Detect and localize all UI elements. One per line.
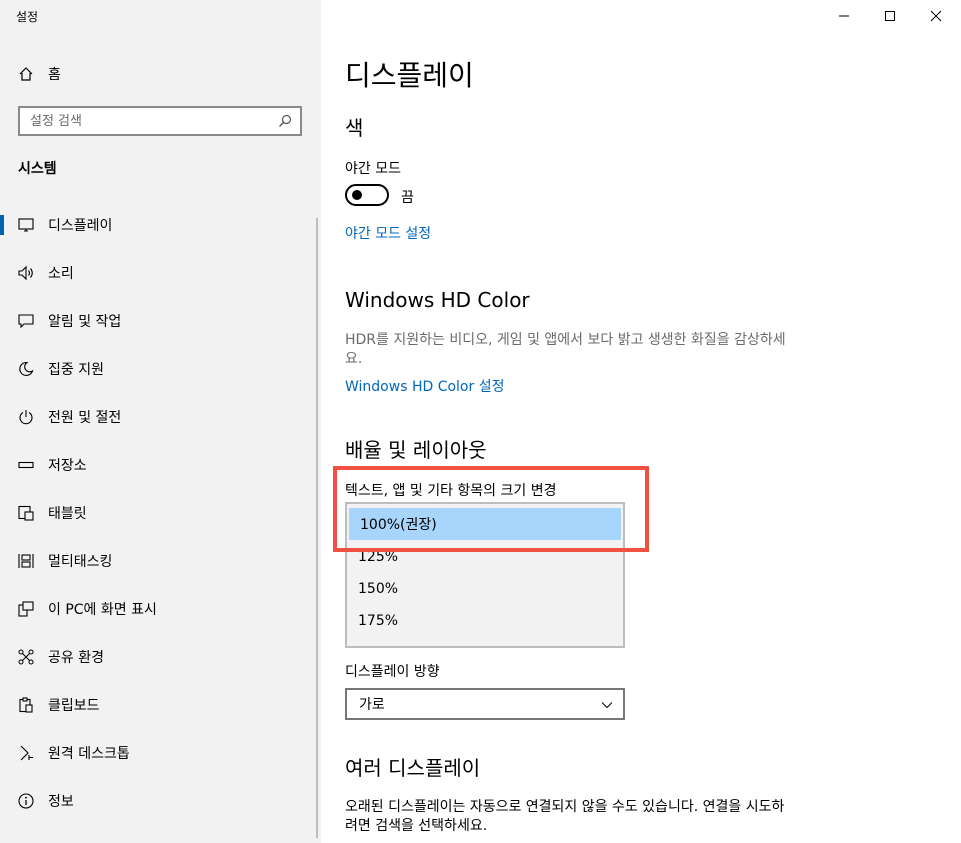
sidebar-item-label: 소리 bbox=[48, 266, 74, 282]
search-icon[interactable] bbox=[278, 114, 292, 128]
sidebar-item-focus-assist[interactable]: 집중 지원 bbox=[0, 345, 321, 393]
sidebar-item-label: 정보 bbox=[48, 794, 74, 810]
scale-layout-title: 배율 및 레이아웃 bbox=[345, 438, 487, 462]
moon-icon bbox=[19, 361, 34, 377]
hd-color-title: Windows HD Color bbox=[345, 288, 530, 312]
search-input[interactable] bbox=[20, 108, 278, 134]
sidebar-item-storage[interactable]: 저장소 bbox=[0, 441, 321, 489]
sidebar-item-display[interactable]: 디스플레이 bbox=[0, 201, 321, 249]
orientation-value: 가로 bbox=[359, 697, 385, 713]
sidebar-item-label: 원격 데스크톱 bbox=[48, 746, 130, 762]
sidebar-item-label: 집중 지원 bbox=[48, 362, 104, 378]
notification-icon bbox=[18, 314, 34, 329]
scale-option-175[interactable]: 175% bbox=[347, 605, 623, 637]
orientation-label: 디스플레이 방향 bbox=[345, 664, 440, 680]
color-section-title: 색 bbox=[345, 116, 364, 140]
highlight-annotation-box bbox=[333, 466, 649, 552]
tablet-icon bbox=[18, 505, 34, 521]
project-icon bbox=[18, 601, 34, 617]
toggle-knob bbox=[352, 190, 362, 200]
sidebar-item-label: 디스플레이 bbox=[48, 218, 113, 234]
sidebar-item-tablet[interactable]: 태블릿 bbox=[0, 489, 321, 537]
section-title: 시스템 bbox=[18, 161, 57, 177]
share-icon bbox=[18, 649, 34, 665]
sidebar-item-shared[interactable]: 공유 환경 bbox=[0, 633, 321, 681]
monitor-icon bbox=[18, 218, 34, 232]
sidebar-item-about[interactable]: 정보 bbox=[0, 777, 321, 825]
sidebar-item-sound[interactable]: 소리 bbox=[0, 249, 321, 297]
info-icon bbox=[18, 793, 34, 809]
search-box[interactable] bbox=[18, 106, 302, 136]
storage-icon bbox=[18, 461, 34, 469]
remote-desktop-icon bbox=[20, 745, 33, 761]
sidebar-item-project[interactable]: 이 PC에 화면 표시 bbox=[0, 585, 321, 633]
sidebar-item-remote-desktop[interactable]: 원격 데스크톱 bbox=[0, 729, 321, 777]
home-icon bbox=[19, 67, 33, 81]
sidebar: 설정 홈 시스템 디스플레이 소리 알림 및 작업 집중 지원 전원 및 절전 bbox=[0, 0, 321, 843]
sidebar-item-multitasking[interactable]: 멀티태스킹 bbox=[0, 537, 321, 585]
sidebar-item-clipboard[interactable]: 클립보드 bbox=[0, 681, 321, 729]
orientation-select[interactable]: 가로 bbox=[345, 688, 625, 720]
chevron-down-icon bbox=[601, 702, 613, 709]
app-title: 설정 bbox=[16, 10, 39, 24]
sidebar-item-label: 알림 및 작업 bbox=[48, 314, 122, 330]
sidebar-item-label: 클립보드 bbox=[48, 698, 100, 714]
sidebar-item-notifications[interactable]: 알림 및 작업 bbox=[0, 297, 321, 345]
sidebar-item-label: 태블릿 bbox=[48, 506, 87, 522]
scale-option-150[interactable]: 150% bbox=[347, 573, 623, 605]
home-nav-item[interactable]: 홈 bbox=[18, 63, 61, 85]
multi-display-title: 여러 디스플레이 bbox=[345, 756, 481, 780]
hd-color-settings-link[interactable]: Windows HD Color 설정 bbox=[345, 376, 504, 396]
speaker-icon bbox=[18, 265, 33, 281]
sidebar-scrollbar[interactable] bbox=[316, 218, 318, 838]
nav-list: 디스플레이 소리 알림 및 작업 집중 지원 전원 및 절전 저장소 태블릿 멀… bbox=[0, 201, 321, 825]
clipboard-icon bbox=[19, 697, 33, 713]
power-icon bbox=[19, 410, 33, 425]
hd-color-description: HDR를 지원하는 비디오, 게임 및 앱에서 보다 밝고 생생한 화질을 감상… bbox=[345, 332, 786, 367]
sidebar-item-label: 이 PC에 화면 표시 bbox=[48, 602, 157, 618]
multi-display-description: 오래된 디스플레이는 자동으로 연결되지 않을 수도 있습니다. 연결을 시도하… bbox=[345, 799, 785, 834]
sidebar-item-label: 저장소 bbox=[48, 458, 87, 474]
multitasking-icon bbox=[18, 554, 34, 568]
night-mode-label: 야간 모드 bbox=[345, 161, 401, 177]
sidebar-item-label: 멀티태스킹 bbox=[48, 554, 113, 570]
home-label: 홈 bbox=[48, 67, 61, 83]
night-mode-toggle[interactable] bbox=[345, 184, 389, 206]
page-title: 디스플레이 bbox=[345, 59, 474, 92]
toggle-state-label: 끔 bbox=[401, 190, 414, 206]
night-mode-settings-link[interactable]: 야간 모드 설정 bbox=[345, 223, 431, 243]
sidebar-item-label: 공유 환경 bbox=[48, 650, 104, 666]
sidebar-item-label: 전원 및 절전 bbox=[48, 410, 122, 426]
sidebar-item-power[interactable]: 전원 및 절전 bbox=[0, 393, 321, 441]
